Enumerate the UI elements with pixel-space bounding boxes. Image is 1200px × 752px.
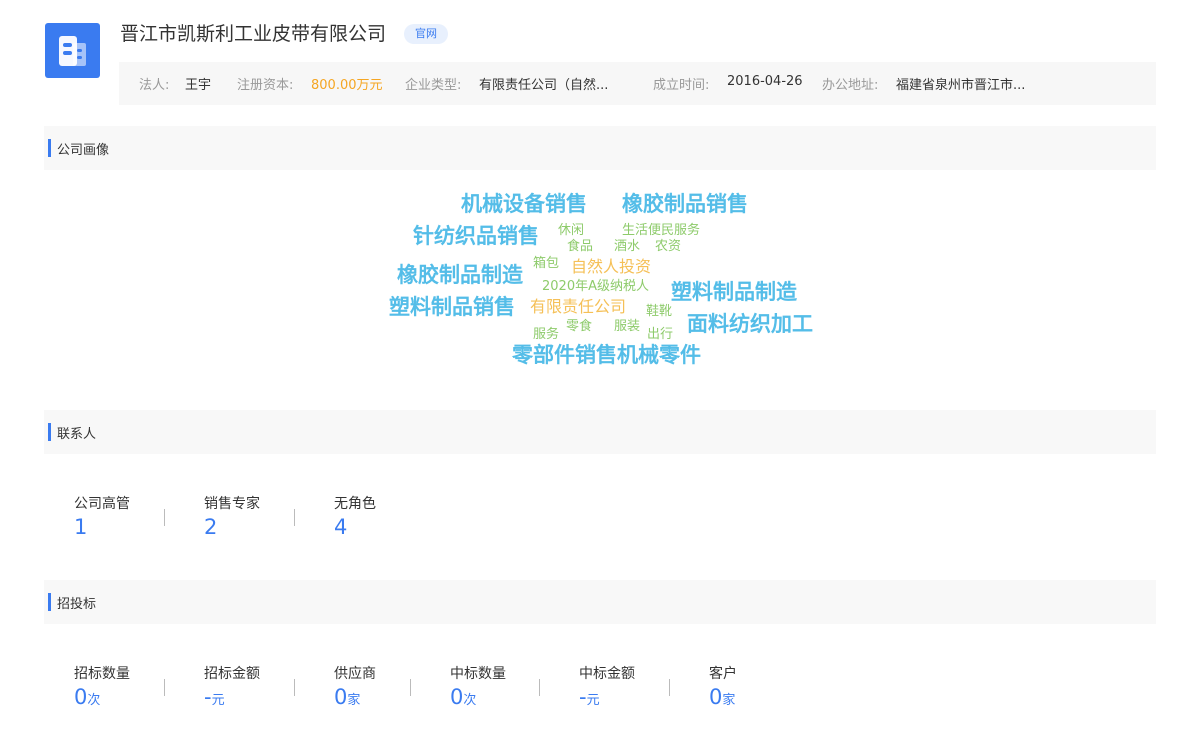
section-title-contacts: 联系人 xyxy=(57,427,97,442)
stat-label: 公司高管 xyxy=(74,496,130,512)
stat-value: 0 xyxy=(709,685,723,709)
stat-value: 0 xyxy=(74,685,88,709)
word-cloud: 机械设备销售 橡胶制品销售 针纺织品销售 休闲 生活便民服务 食品 酒水 农资 … xyxy=(0,0,1200,752)
cloud-word[interactable]: 食品 xyxy=(567,240,593,253)
cloud-word[interactable]: 面料纺织加工 xyxy=(687,314,813,335)
address-value: 福建省泉州市晋江市... xyxy=(896,78,1026,93)
stat-label: 招标数量 xyxy=(74,666,130,682)
stat-unit: 家 xyxy=(722,693,736,708)
stat-divider xyxy=(164,679,165,696)
stat-value: 0 xyxy=(334,685,348,709)
stat-label: 无角色 xyxy=(334,496,376,512)
section-title-bidding: 招投标 xyxy=(57,597,97,612)
stat-value: 2 xyxy=(204,515,218,539)
stat-divider xyxy=(164,509,165,526)
cloud-word[interactable]: 有限责任公司 xyxy=(530,299,626,315)
stat-value: - xyxy=(579,685,587,709)
cloud-word[interactable]: 出行 xyxy=(647,328,673,341)
bid-stat-tender-amount[interactable]: 招标金额 -元 xyxy=(204,663,260,709)
cloud-word[interactable]: 箱包 xyxy=(533,257,559,270)
stat-divider xyxy=(294,509,295,526)
official-site-link[interactable]: 官网 xyxy=(404,24,448,44)
founded-value: 2016-04-26 xyxy=(727,74,803,89)
stat-divider xyxy=(539,679,540,696)
cloud-word[interactable]: 零部件销售机械零件 xyxy=(512,345,701,366)
company-name: 晋江市凯斯利工业皮带有限公司 xyxy=(120,23,387,45)
stat-unit: 元 xyxy=(211,693,225,708)
stat-value: - xyxy=(204,685,212,709)
founded-label: 成立时间: xyxy=(653,78,710,93)
building-icon xyxy=(59,36,86,66)
cloud-word[interactable]: 2020年A级纳税人 xyxy=(542,280,649,293)
company-type-label: 企业类型: xyxy=(405,78,462,93)
company-type-value: 有限责任公司（自然... xyxy=(479,78,609,93)
address-label: 办公地址: xyxy=(822,78,879,93)
cloud-word[interactable]: 塑料制品制造 xyxy=(671,282,797,303)
bid-stat-customers[interactable]: 客户 0家 xyxy=(709,663,737,709)
cloud-word[interactable]: 休闲 xyxy=(558,224,584,237)
stat-divider xyxy=(669,679,670,696)
bid-stat-win-amount[interactable]: 中标金额 -元 xyxy=(579,663,635,709)
company-info-bar: 法人: 王宇 注册资本: 800.00万元 企业类型: 有限责任公司（自然...… xyxy=(119,62,1156,105)
cloud-word[interactable]: 橡胶制品销售 xyxy=(622,194,748,215)
cloud-word[interactable]: 鞋靴 xyxy=(646,305,672,318)
stat-unit: 次 xyxy=(463,693,477,708)
cloud-word[interactable]: 农资 xyxy=(655,240,681,253)
cloud-word[interactable]: 服装 xyxy=(614,320,640,333)
cloud-word[interactable]: 橡胶制品制造 xyxy=(397,265,523,286)
company-logo xyxy=(45,23,100,78)
section-accent-bar xyxy=(48,423,51,441)
cloud-word[interactable]: 酒水 xyxy=(614,240,640,253)
stat-label: 客户 xyxy=(709,666,737,682)
contact-stat-executives[interactable]: 公司高管 1 xyxy=(74,493,130,539)
cloud-word[interactable]: 生活便民服务 xyxy=(622,224,700,237)
stat-label: 销售专家 xyxy=(204,496,260,512)
cloud-word[interactable]: 服务 xyxy=(533,328,559,341)
stat-value: 1 xyxy=(74,515,88,539)
section-header-bidding: 招投标 xyxy=(44,580,1156,624)
stat-divider xyxy=(294,679,295,696)
section-accent-bar xyxy=(48,139,51,157)
stat-label: 供应商 xyxy=(334,666,376,682)
stat-unit: 元 xyxy=(586,693,600,708)
stat-unit: 家 xyxy=(347,693,361,708)
cloud-word[interactable]: 零食 xyxy=(566,320,592,333)
contact-stat-sales-experts[interactable]: 销售专家 2 xyxy=(204,493,260,539)
bid-stat-tender-count[interactable]: 招标数量 0次 xyxy=(74,663,130,709)
stat-value: 4 xyxy=(334,515,348,539)
stat-label: 招标金额 xyxy=(204,666,260,682)
section-accent-bar xyxy=(48,593,51,611)
bid-stat-suppliers[interactable]: 供应商 0家 xyxy=(334,663,376,709)
capital-value: 800.00万元 xyxy=(311,78,383,93)
cloud-word[interactable]: 塑料制品销售 xyxy=(389,297,515,318)
stat-unit: 次 xyxy=(87,693,101,708)
section-title-portrait: 公司画像 xyxy=(57,143,110,158)
stat-label: 中标数量 xyxy=(450,666,506,682)
legal-rep-label: 法人: xyxy=(139,78,170,93)
capital-label: 注册资本: xyxy=(237,78,294,93)
bid-stat-win-count[interactable]: 中标数量 0次 xyxy=(450,663,506,709)
stat-divider xyxy=(410,679,411,696)
section-header-portrait: 公司画像 xyxy=(44,126,1156,170)
contact-stat-no-role[interactable]: 无角色 4 xyxy=(334,493,376,539)
stat-label: 中标金额 xyxy=(579,666,635,682)
cloud-word[interactable]: 针纺织品销售 xyxy=(413,226,539,247)
stat-value: 0 xyxy=(450,685,464,709)
cloud-word[interactable]: 机械设备销售 xyxy=(461,194,587,215)
cloud-word[interactable]: 自然人投资 xyxy=(571,259,651,275)
section-header-contacts: 联系人 xyxy=(44,410,1156,454)
legal-rep-value[interactable]: 王宇 xyxy=(185,74,211,93)
